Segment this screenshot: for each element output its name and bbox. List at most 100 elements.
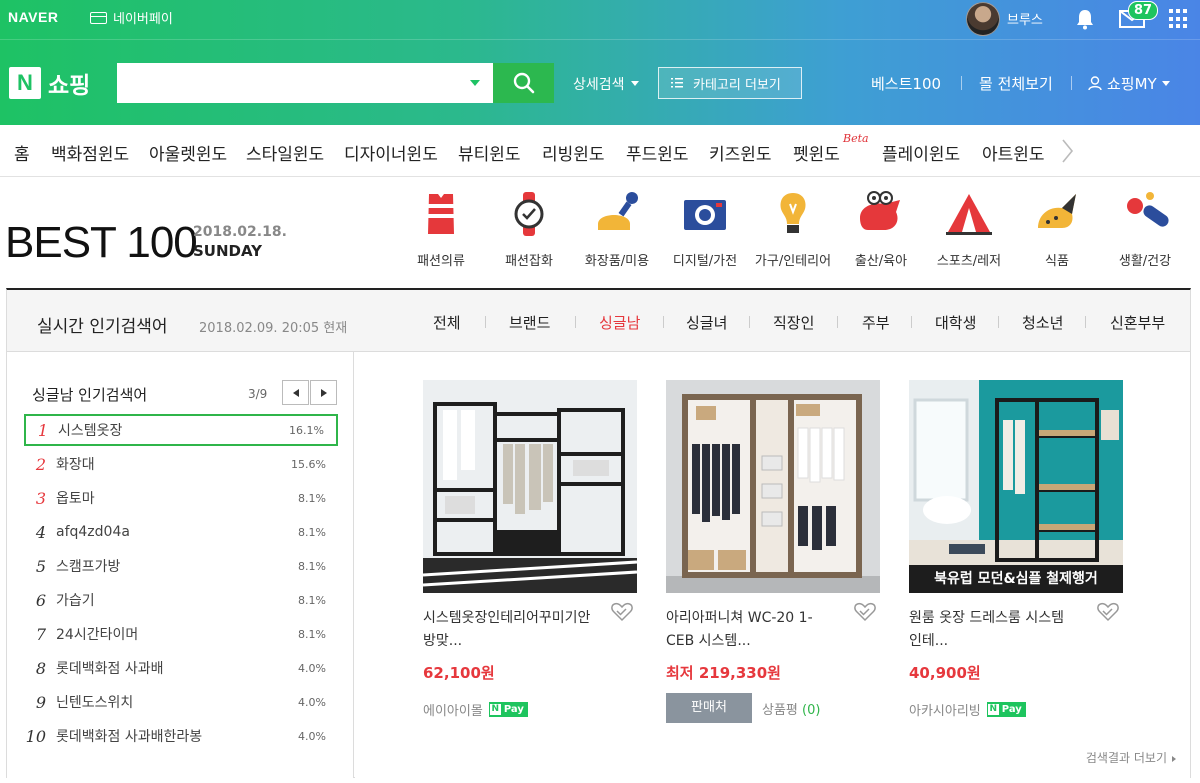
person-icon: [1088, 76, 1102, 91]
advanced-search-button[interactable]: 상세검색: [573, 74, 639, 94]
naver-logo[interactable]: NAVER: [8, 9, 58, 25]
nav-item-pet[interactable]: 펫윈도: [793, 140, 840, 165]
category-furniture[interactable]: 가구/인테리어: [747, 190, 839, 269]
nav-item-kids[interactable]: 키즈윈도: [709, 140, 772, 165]
rank-item-8[interactable]: 8 롯데백화점 사과배 4.0%: [24, 652, 338, 684]
product-card[interactable]: 북유럽 모던&심플 철제행거 원룸 옷장 드레스룸 시스템 인테... 40,9…: [909, 380, 1123, 719]
category-cosmetics[interactable]: 화장품/미용: [571, 190, 663, 269]
rank-item-3[interactable]: 3 옵토마 8.1%: [24, 482, 338, 514]
nav-item-food[interactable]: 푸드윈도: [626, 140, 689, 165]
rank-term: afq4zd04a: [56, 524, 130, 540]
category-baby[interactable]: 출산/육아: [835, 190, 927, 269]
nav-item-home[interactable]: 홈: [14, 140, 30, 165]
product-name[interactable]: 원룸 옷장 드레스룸 시스템 인테...: [909, 607, 1079, 653]
product-name[interactable]: 시스템옷장인테리어꾸미기안방맞...: [423, 607, 593, 653]
product-image[interactable]: 북유럽 모던&심플 철제행거: [909, 380, 1123, 593]
seller-info: 아카시아리빙 N Pay: [909, 700, 1123, 719]
tab-college[interactable]: 대학생: [935, 312, 976, 333]
category-label: 가구/인테리어: [754, 254, 832, 269]
rank-item-5[interactable]: 5 스캠프가방 8.1%: [24, 550, 338, 582]
category-more-label: 카테고리 더보기: [693, 77, 781, 93]
nav-item-play[interactable]: 플레이윈도: [882, 140, 960, 165]
tab-housewives[interactable]: 주부: [862, 312, 890, 333]
search-input[interactable]: [117, 63, 457, 103]
tab-teens[interactable]: 청소년: [1022, 312, 1063, 333]
category-fashion-clothing[interactable]: 패션의류: [395, 190, 487, 269]
rank-item-2[interactable]: 2 화장대 15.6%: [24, 448, 338, 480]
product-card[interactable]: 아리아퍼니쳐 WC-20 1-CEB 시스템... 최저 219,330원 판매…: [666, 380, 880, 723]
naverpay-badge: N Pay: [488, 702, 528, 717]
rank-number: 6: [35, 590, 46, 610]
category-label: 스포츠/레저: [936, 254, 1002, 269]
my-shopping-menu[interactable]: 쇼핑MY: [1088, 73, 1170, 94]
rank-percent: 8.1%: [298, 627, 326, 641]
tab-brand[interactable]: 브랜드: [509, 312, 550, 333]
heart-icon[interactable]: [854, 602, 876, 622]
product-card[interactable]: 시스템옷장인테리어꾸미기안방맞... 62,100원 에이아이몰 N Pay: [423, 380, 637, 719]
tab-all[interactable]: 전체: [433, 312, 461, 333]
rank-item-4[interactable]: 4 afq4zd04a 8.1%: [24, 516, 338, 548]
category-food[interactable]: 식품: [1011, 190, 1103, 269]
rank-item-6[interactable]: 6 가습기 8.1%: [24, 584, 338, 616]
category-more-button[interactable]: 카테고리 더보기: [658, 67, 802, 99]
all-malls-link[interactable]: 몰 전체보기: [979, 73, 1053, 94]
nav-item-art[interactable]: 아트윈도: [982, 140, 1045, 165]
rank-item-9[interactable]: 9 닌텐도스위치 4.0%: [24, 686, 338, 718]
category-living-health[interactable]: 생활/건강: [1099, 190, 1191, 269]
category-label: 생활/건강: [1118, 254, 1172, 269]
seller-info: 판매처 상품평 (0): [666, 693, 880, 723]
chevron-right-icon[interactable]: [1060, 138, 1074, 164]
user-name[interactable]: 브루스: [1007, 9, 1043, 28]
rank-item-1[interactable]: 1 시스템옷장 16.1%: [24, 414, 338, 446]
nav-item-living[interactable]: 리빙윈도: [542, 140, 605, 165]
seller-name[interactable]: 아카시아리빙: [909, 700, 981, 719]
best100-link[interactable]: 베스트100: [871, 73, 941, 94]
category-label: 패션잡화: [505, 254, 553, 269]
shopping-logo-text: 쇼핑: [48, 73, 91, 99]
rank-item-7[interactable]: 7 24시간타이머 8.1%: [24, 618, 338, 650]
realtime-search-panel: 실시간 인기검색어 2018.02.09. 20:05 현재 전체 브랜드 싱글…: [6, 288, 1191, 778]
search-button[interactable]: [493, 63, 554, 103]
category-sports[interactable]: 스포츠/레저: [923, 190, 1015, 269]
product-price: 최저 219,330원: [666, 664, 781, 682]
divider: [961, 76, 962, 90]
nav-item-outlet[interactable]: 아울렛윈도: [149, 140, 227, 165]
naverpay-link[interactable]: 네이버페이: [90, 8, 173, 27]
rank-percent: 4.0%: [298, 729, 326, 743]
next-page-button[interactable]: [310, 380, 337, 405]
seller-name[interactable]: 에이아이몰: [423, 700, 483, 719]
rank-term: 옵토마: [56, 491, 95, 507]
tab-single-men[interactable]: 싱글남: [599, 312, 640, 333]
more-results-link[interactable]: 검색결과 더보기: [1086, 749, 1176, 766]
tab-newlyweds[interactable]: 신혼부부: [1110, 312, 1165, 333]
rank-item-10[interactable]: 10 롯데백화점 사과배한라봉 4.0%: [24, 720, 338, 752]
rank-percent: 15.6%: [291, 457, 326, 471]
shopping-logo[interactable]: N 쇼핑: [9, 66, 90, 100]
bell-icon[interactable]: [1075, 8, 1095, 30]
best100-date: 2018.02.18.: [193, 224, 287, 240]
category-fashion-goods[interactable]: 패션잡화: [483, 190, 575, 269]
heart-icon[interactable]: [1097, 602, 1119, 622]
product-image[interactable]: [423, 380, 637, 593]
category-digital[interactable]: 디지털/가전: [659, 190, 751, 269]
search-dropdown-icon[interactable]: [470, 80, 480, 86]
realtime-timestamp: 2018.02.09. 20:05 현재: [199, 321, 348, 336]
apps-grid-icon[interactable]: [1169, 9, 1189, 29]
tab-single-women[interactable]: 싱글녀: [686, 312, 727, 333]
nav-item-designer[interactable]: 디자이너윈도: [344, 140, 438, 165]
sellers-button[interactable]: 판매처: [666, 693, 752, 723]
prev-page-button[interactable]: [282, 380, 309, 405]
naverpay-badge: N Pay: [986, 702, 1026, 717]
rank-term: 시스템옷장: [58, 423, 123, 439]
nav-item-beauty[interactable]: 뷰티윈도: [458, 140, 521, 165]
nav-item-department[interactable]: 백화점윈도: [51, 140, 129, 165]
product-image[interactable]: [666, 380, 880, 593]
tab-office-workers[interactable]: 직장인: [773, 312, 814, 333]
heart-icon[interactable]: [611, 602, 633, 622]
nav-item-style[interactable]: 스타일윈도: [246, 140, 324, 165]
review-link[interactable]: 상품평 (0): [762, 699, 820, 718]
product-name[interactable]: 아리아퍼니쳐 WC-20 1-CEB 시스템...: [666, 607, 836, 653]
category-label: 식품: [1045, 254, 1069, 269]
avatar[interactable]: [966, 2, 1000, 36]
rank-number: 2: [35, 454, 46, 474]
